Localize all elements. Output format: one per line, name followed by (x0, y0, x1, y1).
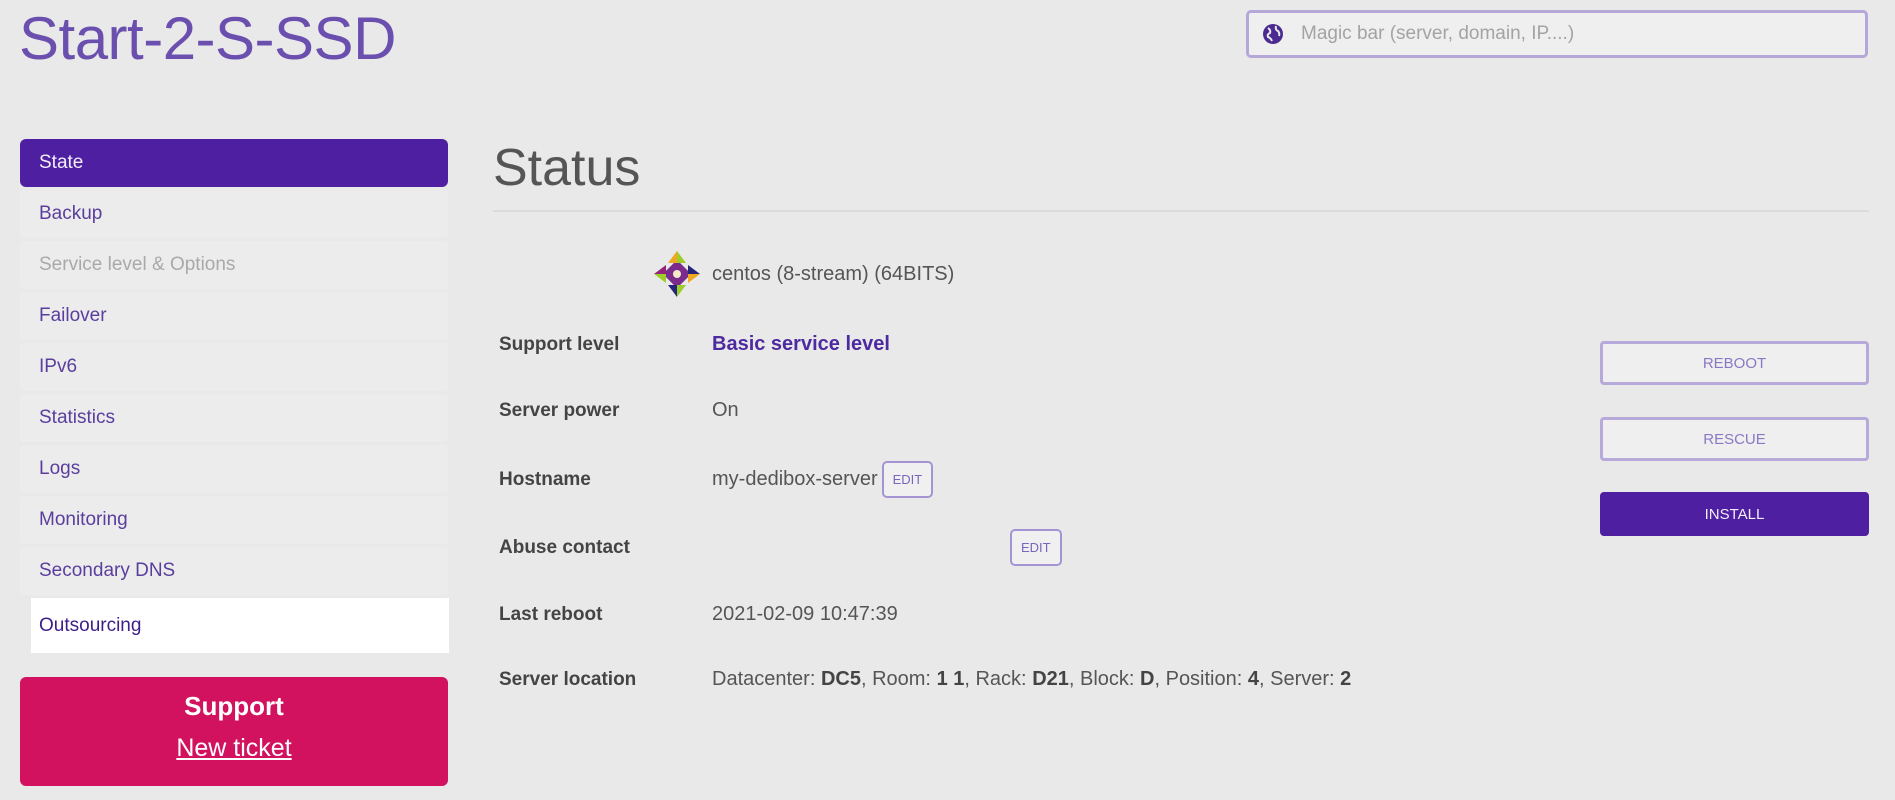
last-reboot-row: Last reboot 2021-02-09 10:47:39 (499, 603, 1499, 626)
centos-logo-icon (654, 251, 700, 297)
server-power-label: Server power (499, 399, 620, 421)
abuse-contact-label: Abuse contact (499, 536, 630, 558)
os-name: centos (8-stream) (64BITS) (712, 262, 955, 285)
sidebar-item-label: Monitoring (39, 509, 128, 530)
hostname-label: Hostname (499, 468, 591, 490)
sidebar-item-label: Statistics (39, 407, 116, 428)
support-box: Support New ticket (20, 677, 448, 786)
server-label: , Server: (1259, 668, 1335, 690)
sidebar-item-statistics[interactable]: Statistics (20, 394, 448, 442)
datacenter-value: DC5 (820, 668, 861, 690)
sidebar-item-backup[interactable]: Backup (20, 190, 448, 238)
sidebar-item-label: Outsourcing (39, 614, 142, 636)
block-label: , Block: (1068, 668, 1135, 690)
sidebar-item-service-level: Service level & Options (20, 241, 448, 289)
edit-hostname-button[interactable]: EDIT (881, 461, 934, 498)
magic-bar-input[interactable] (1299, 22, 1865, 46)
support-level-link[interactable]: Basic service level (712, 333, 890, 356)
sidebar-item-monitoring[interactable]: Monitoring (20, 496, 448, 544)
position-label: , Position: (1154, 668, 1243, 690)
abuse-contact-row: Abuse contact EDIT (499, 529, 1499, 566)
block-value: D (1140, 668, 1155, 690)
edit-abuse-contact-button[interactable]: EDIT (1010, 529, 1062, 566)
position-value: 4 (1247, 668, 1259, 690)
sidebar-item-label: State (39, 152, 84, 173)
new-ticket-link[interactable]: New ticket (176, 734, 291, 763)
server-value: 2 (1340, 668, 1352, 690)
server-location-label: Server location (499, 668, 637, 690)
sidebar-item-label: Backup (39, 203, 103, 224)
install-button[interactable]: INSTALL (1600, 492, 1869, 536)
sidebar-item-outsourcing[interactable]: Outsourcing (31, 598, 449, 653)
rack-value: D21 (1032, 668, 1069, 690)
rescue-button[interactable]: RESCUE (1600, 417, 1869, 461)
room-value: 1 1 (936, 668, 965, 690)
sidebar-item-label: Logs (39, 458, 81, 479)
sidebar-item-logs[interactable]: Logs (20, 445, 448, 493)
support-level-label: Support level (499, 333, 620, 355)
room-label: , Room: (860, 668, 931, 690)
sidebar-item-ipv6[interactable]: IPv6 (20, 343, 448, 391)
os-info: centos (8-stream) (64BITS) (652, 249, 954, 299)
server-power-value: On (712, 399, 739, 421)
sidebar-item-state[interactable]: State (20, 139, 448, 187)
hostname-value: my-dedibox-server (712, 468, 878, 490)
magic-bar[interactable] (1246, 10, 1868, 58)
support-title: Support (184, 691, 284, 721)
sidebar: State Backup Service level & Options Fai… (20, 139, 449, 656)
sidebar-item-failover[interactable]: Failover (20, 292, 448, 340)
server-power-row: Server power On (499, 399, 1499, 422)
sidebar-item-label: IPv6 (39, 356, 78, 377)
last-reboot-value: 2021-02-09 10:47:39 (712, 603, 898, 625)
datacenter-label: Datacenter: (712, 668, 816, 690)
last-reboot-label: Last reboot (499, 603, 603, 625)
server-location-row: Server location Datacenter: DC5, Room: 1… (499, 668, 1499, 691)
globe-icon (1263, 24, 1283, 44)
status-title: Status (493, 139, 641, 197)
server-location-value: Datacenter: DC5, Room: 1 1, Rack: D21, B… (712, 668, 1351, 691)
rack-label: , Rack: (964, 668, 1027, 690)
support-level-row: Support level Basic service level (499, 333, 1499, 356)
divider (493, 210, 1869, 212)
sidebar-item-label: Secondary DNS (39, 560, 176, 581)
sidebar-item-label: Failover (39, 305, 107, 326)
page-title: Start-2-S-SSD (19, 5, 396, 72)
reboot-button[interactable]: REBOOT (1600, 341, 1869, 385)
sidebar-item-secondary-dns[interactable]: Secondary DNS (20, 547, 448, 595)
sidebar-item-label: Service level & Options (39, 254, 236, 275)
hostname-row: Hostname my-dedibox-server EDIT (499, 461, 1499, 498)
